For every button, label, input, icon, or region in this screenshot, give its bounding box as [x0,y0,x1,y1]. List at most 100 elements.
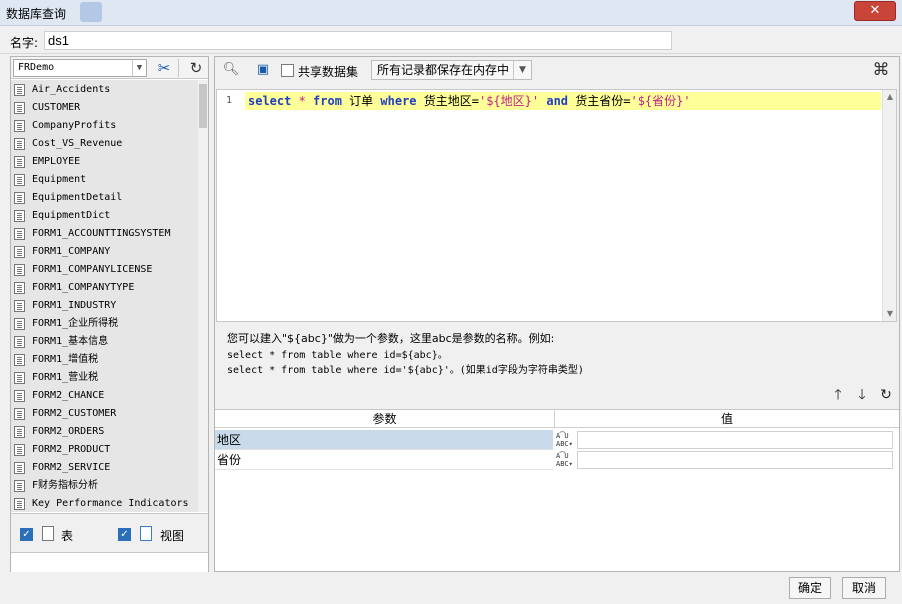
table-name: EMPLOYEE [32,156,81,167]
editor-scrollbar[interactable]: ▲ ▼ [882,90,896,321]
table-list-scrollbar[interactable] [198,80,208,512]
save-icon[interactable]: ▣ [254,61,272,79]
chevron-down-icon[interactable]: ▼ [513,61,531,79]
sql-editor[interactable]: 1 select * from 订单 where 货主地区='${地区}' an… [216,89,897,322]
arrow-down-icon[interactable]: 🡓 [853,385,871,405]
line-gutter: 1 [217,90,245,321]
table-list-item[interactable]: Air_Accidents [11,81,197,99]
sql-keyword: where [380,94,417,108]
hint-example: select * from table where id=${abc}。 [227,350,448,361]
param-type-icon[interactable]: A͡U ABC▾ [554,451,576,469]
param-row[interactable]: 省份 A͡U ABC▾ [215,450,899,470]
table-list-item[interactable]: FORM2_CHANCE [11,387,197,405]
app-icon [80,2,102,22]
share-dataset-checkbox[interactable] [281,64,294,77]
param-toolbar: 🡑 🡓 ↻ [829,385,895,405]
table-list-item[interactable]: FORM1_ACCOUNTTINGSYSTEM [11,225,197,243]
refresh-icon[interactable]: ↻ [877,385,895,405]
table-list-item[interactable]: FORM1_营业税 [11,369,197,387]
table-icon [14,138,25,150]
table-icon [14,444,25,456]
table-name: FORM2_ORDERS [32,426,105,437]
preview-icon[interactable]: 🔍︎ [222,61,240,79]
table-list-item[interactable]: CUSTOMER [11,99,197,117]
close-button[interactable]: ✕ [854,1,896,21]
table-list-item[interactable]: FORM1_基本信息 [11,333,197,351]
table-icon [14,372,25,384]
table-list-item[interactable]: FORM1_企业所得税 [11,315,197,333]
table-icon [14,336,25,348]
filter-table-checkbox[interactable]: ✓ [20,528,33,541]
table-list-item[interactable]: FORM1_COMPANY [11,243,197,261]
table-list-item[interactable]: FORM1_INDUSTRY [11,297,197,315]
filter-view-label: 视图 [160,529,185,543]
arrow-up-icon[interactable]: 🡑 [829,385,847,405]
table-list-item[interactable]: FORM2_ORDERS [11,423,197,441]
name-row: 名字: [0,28,902,54]
value-column-header: 值 [555,410,899,428]
table-list-item[interactable]: FORM1_增值税 [11,351,197,369]
table-icon [14,120,25,132]
sql-text: 订单 [341,94,381,108]
filter-view-checkbox[interactable]: ✓ [118,528,131,541]
search-field[interactable] [11,552,208,572]
scroll-up-icon[interactable]: ▲ [883,90,897,104]
table-name: FORM1_COMPANYTYPE [32,282,135,293]
table-list-item[interactable]: FORM1_COMPANYTYPE [11,279,197,297]
param-value-input[interactable] [577,451,893,469]
table-name: FORM1_INDUSTRY [32,300,117,311]
table-icon [14,156,25,168]
query-toolbar: 🔍︎ ▣ 共享数据集 所有记录都保存在内存中 ▼ ⌘ [215,57,899,83]
table-list-item[interactable]: Cost_VS_Revenue [11,135,197,153]
table-list-item[interactable]: CompanyProfits [11,117,197,135]
table-list-item[interactable]: F财务指标分析 [11,477,197,495]
table-name: FORM1_COMPANY [32,246,111,257]
connection-select[interactable]: FRDemo ▼ [13,59,147,77]
hint-line: 您可以建入"${abc}"做为一个参数，这里abc是参数的名称。例如: [227,332,555,345]
scrollbar-thumb[interactable] [199,84,207,128]
table-name: FORM1_COMPANYLICENSE [32,264,153,275]
param-name[interactable]: 地区 [215,430,553,450]
ok-button[interactable]: 确定 [789,577,831,599]
cancel-button[interactable]: 取消 [842,577,886,599]
table-icon [14,174,25,186]
storage-mode-select[interactable]: 所有记录都保存在内存中 ▼ [371,60,532,80]
sql-text: 货主省份= [568,94,631,108]
filter-table-label: 表 [61,529,74,543]
table-name: F财务指标分析 [32,480,99,491]
table-icon [14,246,25,258]
tools-icon[interactable]: ✂ [153,58,175,78]
table-list[interactable]: Air_Accidents CUSTOMER CompanyProfits Cost_… [11,80,208,512]
table-list-item[interactable]: FORM1_COMPANYLICENSE [11,261,197,279]
table-list-item[interactable]: FORM2_CUSTOMER [11,405,197,423]
table-list-item[interactable]: FORM2_PRODUCT [11,441,197,459]
param-type-icon[interactable]: A͡U ABC▾ [554,431,576,449]
chevron-down-icon[interactable]: ▼ [132,60,146,76]
hint-example: select * from table where id='${abc}'。(如… [227,365,584,376]
table-list-item[interactable]: EquipmentDict [11,207,197,225]
table-icon [14,408,25,420]
sql-line[interactable]: select * from 订单 where 货主地区='${地区}' and … [245,92,881,110]
left-toolbar: FRDemo ▼ ✂ ↻ [11,57,208,79]
param-row[interactable]: 地区 A͡U ABC▾ [215,430,899,450]
window-title: 数据库查询 [6,7,67,21]
table-list-item[interactable]: FORM2_SERVICE [11,459,197,477]
table-list-item[interactable]: Key Performance Indicators [11,495,197,512]
table-name: CompanyProfits [32,120,117,131]
refresh-icon[interactable]: ↻ [185,58,207,78]
sql-star: * [291,94,314,108]
table-icon [14,210,25,222]
table-icon [14,462,25,474]
scroll-down-icon[interactable]: ▼ [883,307,897,321]
parameter-hint: 您可以建入"${abc}"做为一个参数，这里abc是参数的名称。例如: sele… [227,331,887,376]
table-list-item[interactable]: EMPLOYEE [11,153,197,171]
param-name[interactable]: 省份 [215,450,553,470]
param-value-input[interactable] [577,431,893,449]
name-input[interactable] [44,31,672,50]
table-list-item[interactable]: EquipmentDetail [11,189,197,207]
title-bar: 数据库查询 ✕ [0,0,902,26]
table-icon [14,102,25,114]
table-list-item[interactable]: Equipment [11,171,197,189]
table-browser: FRDemo ▼ ✂ ↻ Air_Accidents CUSTOMER Compan… [10,56,209,572]
layout-icon[interactable]: ⌘ [871,60,891,80]
